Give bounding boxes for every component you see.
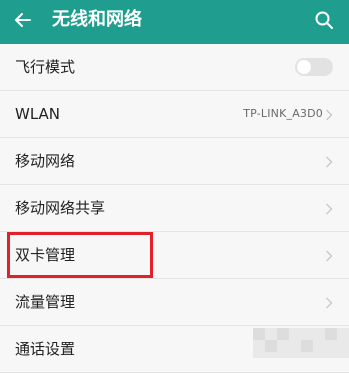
chevron-right-icon [326,156,333,168]
wlan-label: WLAN [15,105,61,123]
mosaic-watermark [253,328,349,358]
data-usage-row[interactable]: 流量管理 [0,279,349,326]
settings-list: 飞行模式 WLAN TP-LINK_A3D0 移动网络 移动网络共享 双卡管理 … [0,44,349,373]
mobile-network-label: 移动网络 [15,152,76,170]
back-button[interactable] [10,7,36,33]
search-button[interactable] [311,7,337,33]
wlan-row[interactable]: WLAN TP-LINK_A3D0 [0,91,349,138]
arrow-left-icon [15,13,31,27]
data-usage-label: 流量管理 [15,293,76,311]
toggle-knob [297,60,311,74]
airplane-mode-label: 飞行模式 [15,58,76,76]
airplane-mode-row[interactable]: 飞行模式 [0,44,349,91]
chevron-right-icon [326,250,333,262]
call-settings-label: 通话设置 [15,340,76,358]
app-header: 无线和网络 [0,0,349,44]
airplane-mode-toggle[interactable] [295,58,333,76]
chevron-right-icon [326,203,333,215]
tethering-row[interactable]: 移动网络共享 [0,185,349,232]
search-icon [315,11,333,29]
chevron-right-icon [326,297,333,309]
page-title: 无线和网络 [52,9,142,30]
tethering-label: 移动网络共享 [15,199,106,217]
chevron-right-icon [326,109,333,121]
highlight-annotation-box [7,232,153,278]
mobile-network-row[interactable]: 移动网络 [0,138,349,185]
wlan-ssid-value: TP-LINK_A3D0 [243,107,323,120]
